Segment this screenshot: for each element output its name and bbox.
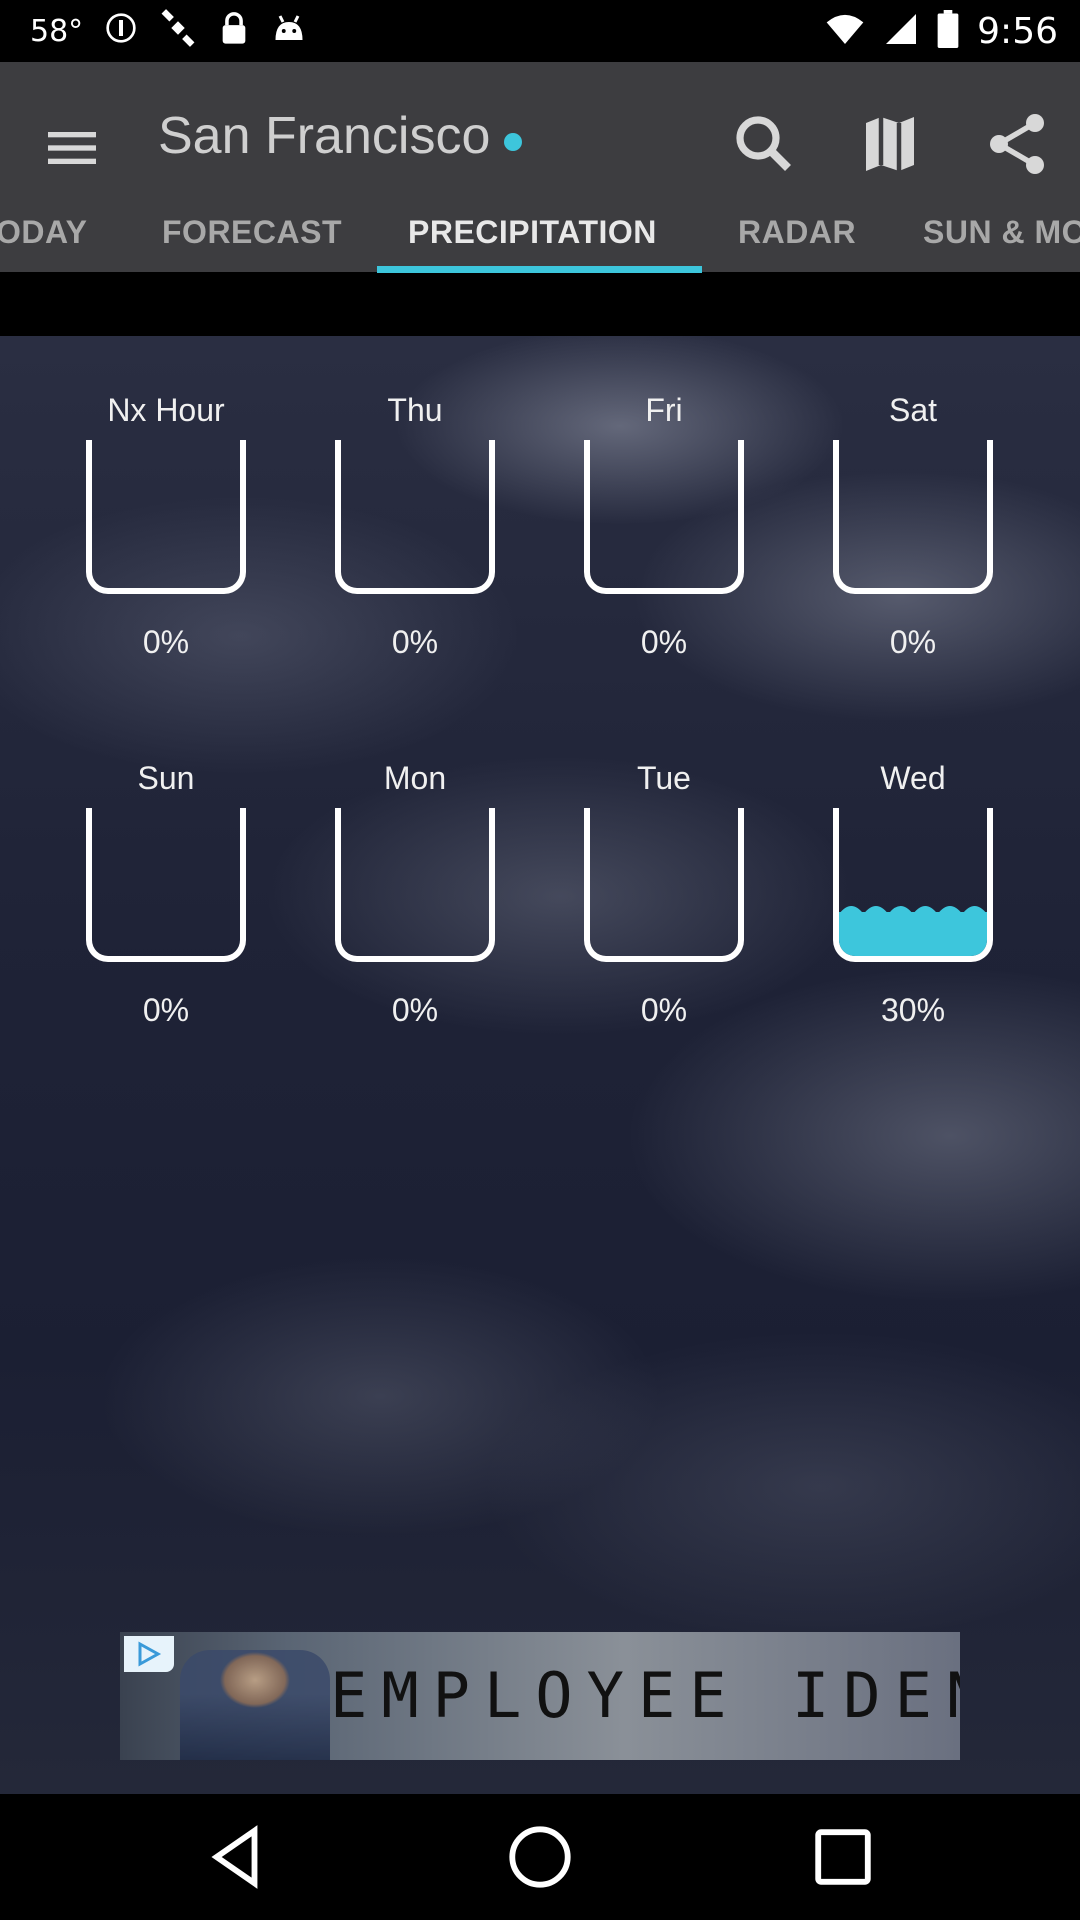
- precip-cell: Thu 0%: [305, 390, 525, 662]
- precip-cell: Fri 0%: [554, 390, 774, 662]
- day-label: Nx Hour: [107, 392, 225, 428]
- precip-cell: Sun 0%: [56, 758, 276, 1030]
- precipitation-panel: Nx Hour 0% Thu 0% Fri 0% Sat 0% Sun 0% M…: [0, 336, 1080, 1794]
- recents-icon[interactable]: [808, 1822, 878, 1892]
- precip-cup: [86, 440, 246, 594]
- satellite-icon: [159, 9, 197, 53]
- percent-label: 0%: [640, 624, 688, 660]
- percent-label: 0%: [889, 624, 937, 660]
- percent-label: 0%: [391, 624, 439, 660]
- percent-label: 30%: [880, 992, 946, 1028]
- tab-bar: ODAY FORECAST PRECIPITATION RADAR SUN & …: [0, 192, 1080, 272]
- precip-cup: [584, 808, 744, 962]
- day-label: Wed: [880, 760, 946, 796]
- percent-label: 0%: [142, 624, 190, 660]
- clock: 9:56: [977, 10, 1058, 52]
- tab-precipitation[interactable]: PRECIPITATION: [408, 192, 657, 272]
- wave-icon: [839, 905, 987, 914]
- precip-cell: Tue 0%: [554, 758, 774, 1030]
- tab-radar[interactable]: RADAR: [738, 192, 856, 272]
- ad-image: [180, 1650, 330, 1760]
- precip-cup: [584, 440, 744, 594]
- ad-choices-icon[interactable]: [124, 1636, 174, 1672]
- app-bar: San Francisco ODAY FORECAST PRECIPITATIO…: [0, 62, 1080, 272]
- day-label: Mon: [383, 760, 447, 796]
- wifi-icon: [825, 12, 865, 51]
- precip-cell: Wed 30%: [803, 758, 1023, 1030]
- percent-label: 0%: [640, 992, 688, 1028]
- tab-today[interactable]: ODAY: [0, 192, 88, 272]
- day-label: Sun: [137, 760, 195, 796]
- search-icon[interactable]: [728, 108, 800, 180]
- precip-cup: [833, 440, 993, 594]
- precip-cell: Sat 0%: [803, 390, 1023, 662]
- share-icon[interactable]: [981, 108, 1053, 180]
- precip-cup: [86, 808, 246, 962]
- location-dot-icon: [504, 133, 523, 151]
- signal-icon: [883, 11, 919, 52]
- day-label: Sat: [888, 392, 938, 428]
- battery-icon: [937, 9, 959, 53]
- lock-icon: [219, 11, 249, 51]
- menu-icon[interactable]: [40, 116, 104, 180]
- temperature-status: 58°: [30, 13, 84, 49]
- android-icon: [271, 12, 307, 50]
- percent-label: 0%: [142, 992, 190, 1028]
- precip-cup: [335, 440, 495, 594]
- home-icon[interactable]: [505, 1822, 575, 1892]
- back-icon[interactable]: [202, 1822, 272, 1892]
- precip-fill: [839, 905, 987, 956]
- tab-sun-moon[interactable]: SUN & MO: [923, 192, 1080, 272]
- info-icon: [105, 12, 137, 50]
- precip-cup: [833, 808, 993, 962]
- city-selector[interactable]: San Francisco: [158, 106, 523, 166]
- precip-cell: Nx Hour 0%: [56, 390, 276, 662]
- navigation-bar: [0, 1794, 1080, 1920]
- city-name: San Francisco: [158, 107, 491, 165]
- day-label: Tue: [637, 760, 691, 796]
- ad-banner[interactable]: EMPLOYEE IDENTITIES: [120, 1632, 960, 1760]
- map-icon[interactable]: [854, 108, 926, 180]
- percent-label: 0%: [391, 992, 439, 1028]
- day-label: Thu: [387, 392, 443, 428]
- status-bar: 58° 9:56: [0, 0, 1080, 62]
- active-tab-indicator: [377, 266, 702, 273]
- precip-cell: Mon 0%: [305, 758, 525, 1030]
- day-label: Fri: [645, 392, 683, 428]
- tab-forecast[interactable]: FORECAST: [162, 192, 342, 272]
- precip-cup: [335, 808, 495, 962]
- ad-text: EMPLOYEE IDENTITIES: [330, 1659, 960, 1732]
